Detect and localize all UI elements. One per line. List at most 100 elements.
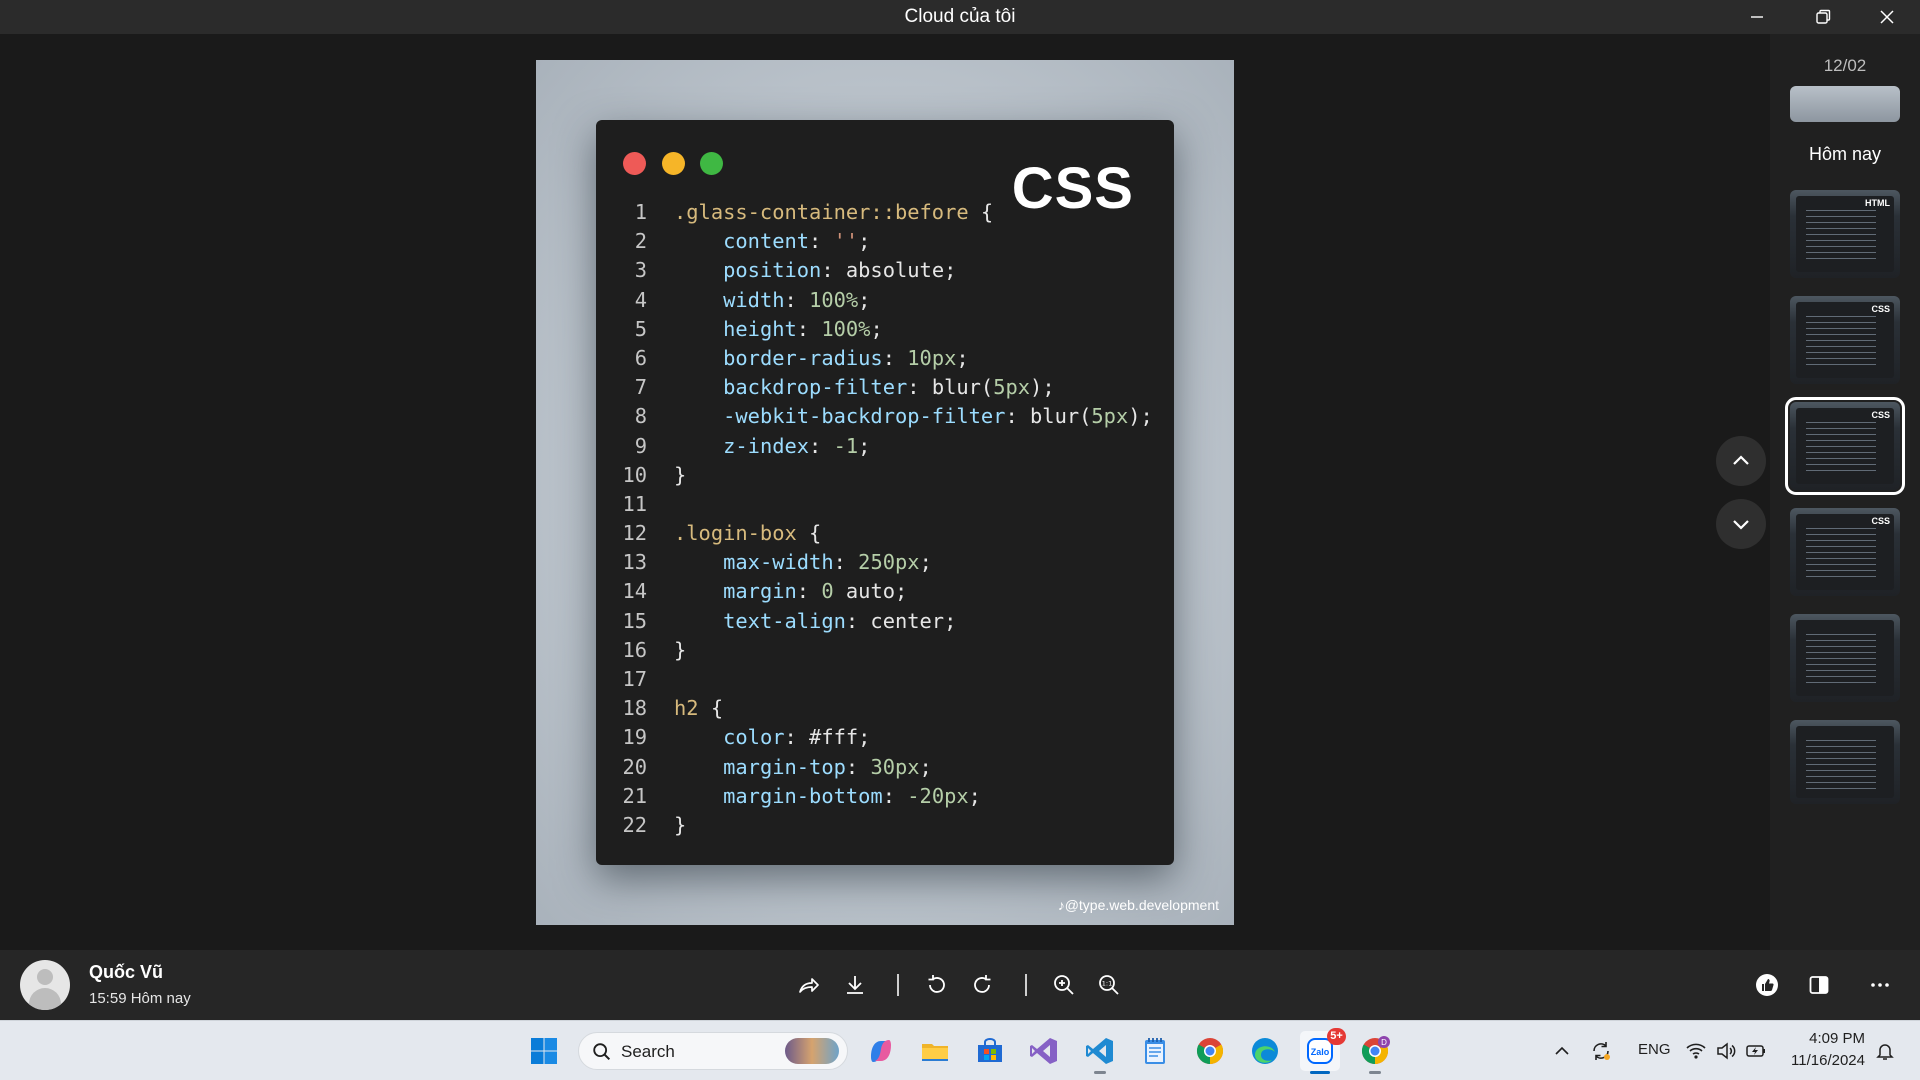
zoom-in-icon (1054, 975, 1074, 995)
side-panel-button[interactable] (1804, 970, 1834, 1000)
line-number: 14 (622, 579, 647, 604)
code-text: color: #fff; (723, 725, 871, 750)
more-options-button[interactable] (1865, 970, 1895, 1000)
restore-button[interactable] (1792, 0, 1854, 34)
line-number: 20 (622, 754, 647, 779)
windows-logo-icon (531, 1038, 557, 1064)
taskbar: Search Zalo 5+ D ENG 4:09 PM 11/16/2024 (0, 1020, 1920, 1080)
window-title: Cloud của tôi (904, 6, 1016, 27)
code-text: } (674, 637, 687, 662)
clock-date[interactable]: 11/16/2024 (1775, 1052, 1865, 1069)
sent-time: 15:59 Hôm nay (89, 990, 191, 1007)
taskbar-notepad[interactable] (1135, 1031, 1175, 1071)
code-block: 1 .glass-container::before {2 content: ''… (596, 198, 1174, 840)
input-language[interactable]: ENG (1638, 1041, 1671, 1058)
thumbnail-item[interactable]: CSS (1790, 296, 1900, 384)
line-number: 21 (622, 783, 647, 808)
taskbar-visual-studio[interactable] (1024, 1031, 1064, 1071)
thumbnail-tag: CSS (1871, 516, 1890, 526)
taskbar-search[interactable]: Search (578, 1032, 848, 1070)
code-text: .glass-container::before { (674, 200, 994, 224)
taskbar-copilot[interactable] (861, 1031, 901, 1071)
thumbnail-item[interactable] (1790, 720, 1900, 804)
code-line: 7 backdrop-filter: blur(5px); (596, 373, 1174, 402)
code-line: 15 text-align: center; (596, 607, 1174, 636)
svg-text:1:1: 1:1 (1102, 980, 1112, 988)
svg-text:D: D (1381, 1038, 1387, 1047)
search-highlight-image (785, 1038, 839, 1064)
copilot-icon (871, 1040, 891, 1062)
sync-icon[interactable] (1590, 1040, 1612, 1062)
line-number: 15 (622, 608, 647, 633)
line-number: 6 (634, 345, 647, 370)
volume-icon[interactable] (1715, 1040, 1737, 1062)
avatar[interactable] (20, 960, 70, 1010)
visual-studio-icon (1030, 1038, 1057, 1064)
thumbnail-item[interactable] (1790, 614, 1900, 702)
line-number: 11 (622, 491, 647, 516)
taskbar-chrome[interactable] (1190, 1031, 1230, 1071)
taskbar-vscode[interactable] (1080, 1031, 1120, 1074)
battery-icon[interactable] (1745, 1040, 1767, 1062)
chevron-down-icon (1733, 520, 1749, 530)
rotate-right-button[interactable] (967, 970, 997, 1000)
zoom-in-button[interactable] (1049, 970, 1079, 1000)
next-image-button[interactable] (1716, 499, 1766, 549)
code-line: 8 -webkit-backdrop-filter: blur(5px); (596, 402, 1174, 431)
chevron-up-icon[interactable] (1551, 1040, 1573, 1062)
sender-name: Quốc Vũ (89, 962, 164, 982)
restore-icon (1816, 9, 1831, 24)
code-text: margin: 0 auto; (723, 579, 908, 604)
line-number: 9 (634, 433, 647, 458)
wifi-icon[interactable] (1685, 1040, 1707, 1062)
code-line: 12 .login-box { (596, 519, 1174, 548)
actual-size-button[interactable]: 1:1 (1094, 970, 1124, 1000)
chevron-up-icon (1733, 455, 1749, 465)
code-text: position: absolute; (723, 258, 957, 283)
date-label: 12/02 (1823, 56, 1867, 75)
code-line: 17 (596, 665, 1174, 694)
code-line: 13 max-width: 250px; (596, 548, 1174, 577)
svg-text:Zalo: Zalo (1311, 1047, 1330, 1057)
rotate-left-button[interactable] (922, 970, 952, 1000)
line-number: 13 (622, 550, 647, 575)
taskbar-zalo[interactable]: Zalo 5+ (1300, 1028, 1346, 1074)
code-text: width: 100%; (723, 287, 871, 312)
close-button[interactable] (1856, 0, 1918, 34)
code-text: } (674, 462, 687, 487)
running-indicator (1369, 1071, 1381, 1074)
taskbar-file-explorer[interactable] (915, 1031, 955, 1071)
code-line: 1 .glass-container::before { (596, 198, 1174, 227)
clock-time[interactable]: 4:09 PM (1775, 1030, 1865, 1047)
thumbnail-previous-day[interactable] (1790, 86, 1900, 122)
like-icon (1756, 974, 1778, 996)
like-button[interactable] (1752, 970, 1782, 1000)
thumbnail-item[interactable]: HTML (1790, 190, 1900, 278)
code-text: .login-box { (674, 521, 822, 546)
code-text: margin-bottom: -20px; (723, 783, 981, 808)
rotate-right-icon (974, 975, 991, 993)
thumbnail-item[interactable]: CSS (1790, 508, 1900, 596)
store-icon (978, 1038, 1002, 1062)
start-button[interactable] (524, 1031, 564, 1071)
share-button[interactable] (794, 970, 824, 1000)
minimize-button[interactable] (1726, 0, 1788, 34)
code-line: 18 h2 { (596, 694, 1174, 723)
thumbnail-item[interactable]: CSS (1785, 397, 1905, 495)
download-icon (847, 976, 863, 994)
taskbar-edge[interactable] (1245, 1031, 1285, 1071)
notification-bell-icon[interactable] (1874, 1040, 1896, 1062)
side-panel-icon (1809, 976, 1829, 994)
previous-image-button[interactable] (1716, 436, 1766, 486)
toolbar-divider (1025, 974, 1027, 996)
code-line: 21 margin-bottom: -20px; (596, 782, 1174, 811)
thumbnail-strip[interactable]: 12/02 Hôm nay HTML CSS CSS CSS (1770, 34, 1920, 950)
code-line: 14 margin: 0 auto; (596, 577, 1174, 606)
line-number: 8 (634, 404, 647, 429)
line-number: 12 (622, 521, 647, 546)
taskbar-store[interactable] (970, 1031, 1010, 1071)
code-line: 22} (596, 811, 1174, 840)
download-button[interactable] (840, 970, 870, 1000)
code-text: h2 { (674, 696, 724, 721)
taskbar-chrome-profile[interactable]: D (1355, 1031, 1395, 1074)
